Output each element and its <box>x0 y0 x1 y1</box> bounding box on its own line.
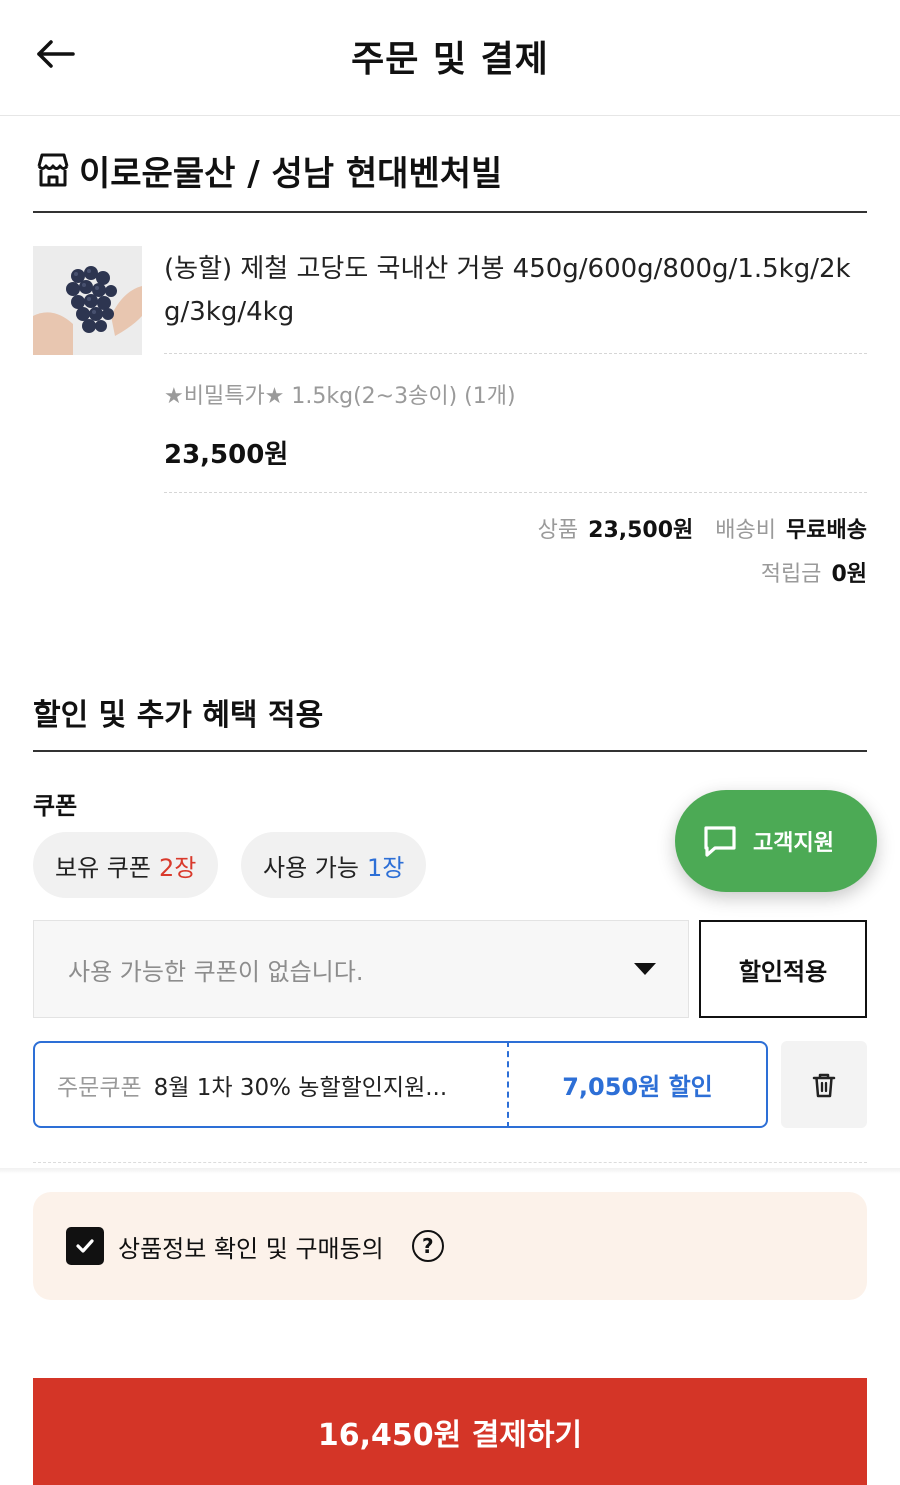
pay-button[interactable]: 16,450원 결제하기 <box>33 1378 867 1485</box>
product-name[interactable]: (농할) 제철 고당도 국내산 거봉 450g/600g/800g/1.5kg/… <box>164 248 864 334</box>
coupon-select[interactable]: 사용 가능한 쿠폰이 없습니다. <box>33 920 689 1018</box>
points-label: 적립금 <box>760 562 822 587</box>
chat-bubble-icon <box>704 826 736 857</box>
applied-coupon-amount: 7,050원 할인 <box>507 1041 768 1128</box>
trash-icon <box>812 1073 836 1097</box>
store-icon <box>37 153 69 187</box>
divider <box>164 492 867 493</box>
coupon-label: 쿠폰 <box>33 792 78 820</box>
page-title: 주문 및 결제 <box>351 39 549 80</box>
points-summary: 적립금 0원 <box>761 556 867 588</box>
points-value: 0원 <box>831 562 867 587</box>
order-summary: 상품 23,500원 배송비 무료배송 <box>538 512 867 544</box>
agree-text[interactable]: 상품정보 확인 및 구매동의 <box>118 1229 384 1264</box>
discount-section-title: 할인 및 추가 혜택 적용 <box>33 698 324 733</box>
applied-coupon: 주문쿠폰 8월 1차 30% 농할할인지원... <box>33 1041 508 1128</box>
shipping-value: 무료배송 <box>786 518 867 543</box>
usable-coupon-label: 사용 가능 <box>263 853 359 882</box>
footer-shadow <box>0 1168 900 1174</box>
product-option: ★비밀특가★ 1.5kg(2~3송이) (1개) <box>164 384 516 409</box>
apply-discount-button[interactable]: 할인적용 <box>699 920 867 1018</box>
purchase-agreement: 상품정보 확인 및 구매동의 ? <box>33 1192 867 1300</box>
usable-coupon-count: 1장 <box>366 853 405 882</box>
coupon-select-text: 사용 가능한 쿠폰이 없습니다. <box>68 957 364 986</box>
product-thumbnail[interactable] <box>33 246 142 355</box>
divider <box>33 211 867 213</box>
checkmark-icon <box>76 1239 94 1253</box>
owned-coupon-label: 보유 쿠폰 <box>55 853 151 882</box>
caret-down-icon <box>634 963 656 975</box>
customer-support-button[interactable]: 고객지원 <box>675 790 877 892</box>
store-row: 이로운물산 / 성남 현대벤처빌 <box>33 145 502 195</box>
divider <box>33 1162 867 1163</box>
divider <box>33 750 867 752</box>
applied-coupon-type: 주문쿠폰 <box>57 1074 142 1101</box>
product-price: 23,500원 <box>164 440 289 470</box>
shipping-label: 배송비 <box>715 518 777 543</box>
product-total-label: 상품 <box>537 518 579 543</box>
store-name: 이로운물산 / 성남 현대벤처빌 <box>79 153 503 194</box>
divider <box>164 353 867 354</box>
usable-coupon-chip[interactable]: 사용 가능 1장 <box>241 832 427 898</box>
agree-checkbox[interactable] <box>66 1227 104 1265</box>
owned-coupon-count: 2장 <box>158 853 197 882</box>
product-total-value: 23,500원 <box>588 518 694 543</box>
applied-coupon-name: 8월 1차 30% 농할할인지원... <box>153 1074 448 1101</box>
remove-coupon-button[interactable] <box>781 1041 867 1128</box>
help-icon[interactable]: ? <box>411 1230 444 1262</box>
owned-coupon-chip[interactable]: 보유 쿠폰 2장 <box>33 832 219 898</box>
grapes-image <box>33 246 142 355</box>
header: 주문 및 결제 <box>0 0 900 116</box>
customer-support-label: 고객지원 <box>753 831 834 856</box>
